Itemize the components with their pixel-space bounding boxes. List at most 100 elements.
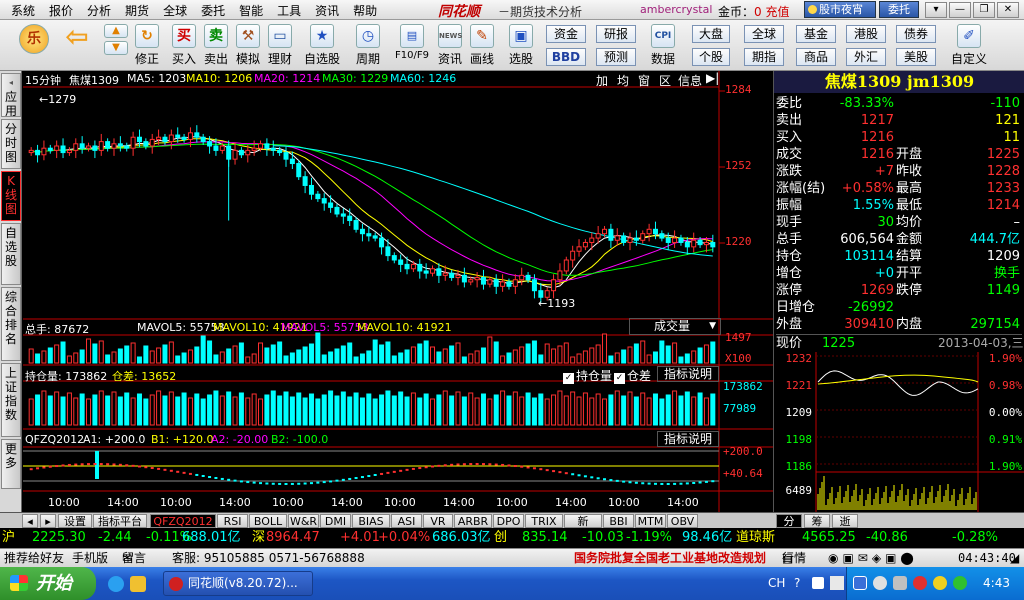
news-scroller[interactable]: 国务院批复全国老工业基地改造规划 <box>574 549 774 567</box>
mobile-link[interactable]: 手机版 <box>72 549 108 567</box>
username[interactable]: ambercrystal <box>640 3 712 16</box>
menu-analysis[interactable]: 分析 <box>80 2 118 19</box>
tab-more[interactable]: 更多 <box>1 439 21 489</box>
help-icon[interactable]: ? <box>794 576 800 590</box>
recommend-link[interactable]: 推荐给好友 <box>4 549 64 567</box>
dropdown-window-button[interactable]: ▾ <box>925 2 947 18</box>
ime-icon[interactable] <box>812 577 824 589</box>
tab-favorites[interactable]: 自选股 <box>1 223 21 285</box>
qq-icon[interactable] <box>933 576 947 590</box>
research-button[interactable]: 研报 <box>596 25 636 43</box>
tool-add[interactable]: 加 <box>596 72 608 89</box>
minimize-button[interactable]: — <box>949 2 971 18</box>
tab-kline[interactable]: K线图 <box>1 171 21 221</box>
global-button[interactable]: 全球 <box>744 25 784 43</box>
tab-indicator-6[interactable]: ASI <box>391 514 422 528</box>
keyboard-icon[interactable] <box>830 576 844 590</box>
bbd-button[interactable]: BBD <box>546 48 586 66</box>
news-button[interactable]: NEWS 资讯 <box>436 24 464 70</box>
tool-window[interactable]: 窗 <box>638 72 650 89</box>
f10-button[interactable]: ▤ F10/F9 <box>392 24 432 70</box>
menu-quote[interactable]: 报价 <box>42 2 80 19</box>
le-logo-button[interactable]: 乐 <box>18 24 50 70</box>
tab-indicator-1[interactable]: RSI <box>217 514 248 528</box>
tab-indicator-3[interactable]: W&R <box>288 514 319 528</box>
tab-scroll-left[interactable]: ◂ <box>22 514 38 528</box>
draw-line-button[interactable]: ✎ 画线 <box>468 24 496 70</box>
tab-settings[interactable]: 设置 <box>58 514 92 528</box>
hk-stock-button[interactable]: 港股 <box>846 25 886 43</box>
restore-button[interactable]: ❐ <box>973 2 995 18</box>
menu-tools[interactable]: 工具 <box>270 2 308 19</box>
tab-chips[interactable]: 筹 <box>804 514 830 528</box>
commodity-button[interactable]: 商品 <box>796 48 836 66</box>
menu-smart[interactable]: 智能 <box>232 2 270 19</box>
kline-chart[interactable]: 15分钟 焦煤1309 MA5: 1203 MA10: 1206 MA20: 1… <box>23 71 773 512</box>
us-stock-button[interactable]: 美股 <box>896 48 936 66</box>
checkbox-diff[interactable]: ✓ 仓差 <box>614 367 651 384</box>
expand-icon[interactable]: ▶| <box>706 71 719 85</box>
folder-icon[interactable] <box>130 576 146 592</box>
security-icon[interactable] <box>913 576 927 590</box>
fund-flow-button[interactable]: 资金 <box>546 25 586 43</box>
indicator-help-button[interactable]: 指标说明 <box>657 431 719 447</box>
start-button[interactable]: 开始 <box>0 567 96 600</box>
favorites-button[interactable]: ★ 自选股 <box>302 24 342 70</box>
tab-apps[interactable]: ◂ 应用 <box>1 73 21 118</box>
back-button[interactable]: ⇦ <box>60 23 94 70</box>
open-interest-help-button[interactable]: 指标说明 <box>657 366 719 382</box>
volume-indicator-select[interactable]: 成交量 ▼ <box>629 318 721 335</box>
tab-indicator-8[interactable]: ARBR <box>454 514 492 528</box>
resize-icon[interactable]: ◢ <box>1010 549 1019 567</box>
ie-icon[interactable] <box>108 576 124 592</box>
fund-button[interactable]: 基金 <box>796 25 836 43</box>
tool-info[interactable]: 信息 <box>678 72 702 89</box>
forex-button[interactable]: 外汇 <box>846 48 886 66</box>
tab-indicator-13[interactable]: MTM <box>635 514 666 528</box>
sell-button[interactable]: 卖卖出 <box>202 24 230 70</box>
speaker-icon[interactable] <box>873 576 887 590</box>
revise-button[interactable]: ↻ 修正 <box>132 24 162 70</box>
menu-global[interactable]: 全球 <box>156 2 194 19</box>
tab-indicator-4[interactable]: DMI <box>320 514 351 528</box>
stock-picker-button[interactable]: ▣ 选股 <box>504 24 538 70</box>
data-button[interactable]: CPI 数据 <box>646 24 680 70</box>
close-button[interactable]: ✕ <box>997 2 1019 18</box>
menu-info[interactable]: 资讯 <box>308 2 346 19</box>
index-futures-button[interactable]: 期指 <box>744 48 784 66</box>
market-button[interactable]: 大盘 <box>692 25 730 43</box>
tab-scroll-right[interactable]: ▸ <box>40 514 56 528</box>
checkbox-open-interest[interactable]: ✓ 持仓量 <box>563 367 612 384</box>
customize-button[interactable]: ✐ 自定义 <box>948 24 990 70</box>
index-ticker[interactable]: 沪 2225.30 -2.44 -0.11% 688.01亿深 8964.47 +4.01 +… <box>0 528 1024 548</box>
tab-ticks[interactable]: 逝 <box>832 514 858 528</box>
tab-ranking[interactable]: 综合排名 <box>1 287 21 361</box>
simulate-button[interactable]: ⚒ 模拟 <box>234 24 262 70</box>
tab-indicator-7[interactable]: VR <box>423 514 453 528</box>
tool-average[interactable]: 均 <box>617 72 629 89</box>
forecast-button[interactable]: 预测 <box>596 48 636 66</box>
period-button[interactable]: ◷ 周期 <box>350 24 386 70</box>
tab-indicator-5[interactable]: BIAS <box>352 514 390 528</box>
menu-entrust[interactable]: 委托 <box>194 2 232 19</box>
tab-indicator-0[interactable]: QFZQ2012 <box>150 514 216 528</box>
bond-button[interactable]: 债券 <box>896 25 936 43</box>
menu-system[interactable]: 系统 <box>4 2 42 19</box>
tray-icon[interactable] <box>893 576 907 590</box>
buy-button[interactable]: 买买入 <box>170 24 198 70</box>
night-market-button[interactable]: 股市夜宵 <box>804 1 876 18</box>
mini-intraday-chart[interactable]: 1232 1221 1209 1198 1186 6489 1.90% 0.98% 0.00% 0… <box>774 352 1024 512</box>
page-up-down-button[interactable]: ▲ ▼ <box>104 24 128 70</box>
menu-futures[interactable]: 期货 <box>118 2 156 19</box>
single-stock-button[interactable]: 个股 <box>692 48 730 66</box>
tab-indicator-platform[interactable]: 指标平台 <box>93 514 147 528</box>
taskbar-app-item[interactable]: 同花顺(v8.20.72)... <box>163 571 313 596</box>
tab-indicator-9[interactable]: DPO <box>493 514 524 528</box>
tool-range[interactable]: 区 <box>659 72 671 89</box>
entrust-button[interactable]: 委托 <box>879 1 919 18</box>
tab-indicator-10[interactable]: TRIX <box>525 514 563 528</box>
tab-sh-index[interactable]: 上证指数 <box>1 363 21 437</box>
tab-indicator-11[interactable]: 新DMA <box>564 514 602 541</box>
gold-value[interactable]: 0 充值 <box>754 5 789 19</box>
language-indicator[interactable]: CH <box>768 576 785 590</box>
